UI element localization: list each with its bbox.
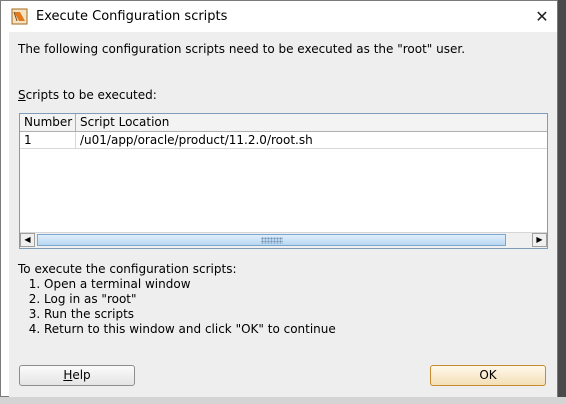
horizontal-scrollbar[interactable]: ◀ ▶ xyxy=(20,232,547,248)
root-user-message: The following configuration scripts need… xyxy=(18,42,466,56)
column-header-script-location[interactable]: Script Location xyxy=(76,114,547,131)
column-header-number[interactable]: Number xyxy=(20,114,76,131)
ok-button[interactable]: OK xyxy=(430,365,546,386)
oracle-installer-icon xyxy=(11,8,28,25)
instructions-intro: To execute the configuration scripts: xyxy=(18,262,237,276)
cell-script-location: /u01/app/oracle/product/11.2.0/root.sh xyxy=(80,133,313,147)
grip-icon xyxy=(260,237,283,244)
scripts-label: Scripts to be executed: xyxy=(18,88,157,102)
instruction-step: Log in as "root" xyxy=(44,292,336,307)
scripts-table[interactable]: Number Script Location 1 /u01/app/oracle… xyxy=(19,113,548,249)
instructions-steps: Open a terminal window Log in as "root" … xyxy=(18,277,336,337)
scripts-label-mnemonic: S xyxy=(18,88,26,102)
close-icon[interactable]: ✕ xyxy=(527,1,557,32)
cell-number: 1 xyxy=(20,132,76,148)
help-button[interactable]: Help xyxy=(19,365,135,386)
help-label: elp xyxy=(72,368,91,382)
table-header: Number Script Location xyxy=(20,114,547,132)
window-title: Execute Configuration scripts xyxy=(36,9,228,24)
dialog-window: Execute Configuration scripts ✕ The foll… xyxy=(0,0,558,397)
help-mnemonic: H xyxy=(63,368,73,382)
instruction-step: Open a terminal window xyxy=(44,277,336,292)
desktop-background xyxy=(558,0,566,397)
scripts-label-text: cripts to be executed: xyxy=(25,88,157,102)
scrollbar-thumb[interactable] xyxy=(37,234,506,246)
taskbar-strip xyxy=(0,397,566,404)
instructions: To execute the configuration scripts: Op… xyxy=(18,262,336,337)
title-bar[interactable]: Execute Configuration scripts ✕ xyxy=(1,1,557,32)
dialog-content: The following configuration scripts need… xyxy=(9,32,557,397)
scroll-left-icon[interactable]: ◀ xyxy=(20,233,35,247)
table-row[interactable]: 1 /u01/app/oracle/product/11.2.0/root.sh xyxy=(20,132,547,149)
scroll-right-icon[interactable]: ▶ xyxy=(532,233,547,247)
instruction-step: Return to this window and click "OK" to … xyxy=(44,322,336,337)
instruction-step: Run the scripts xyxy=(44,307,336,322)
